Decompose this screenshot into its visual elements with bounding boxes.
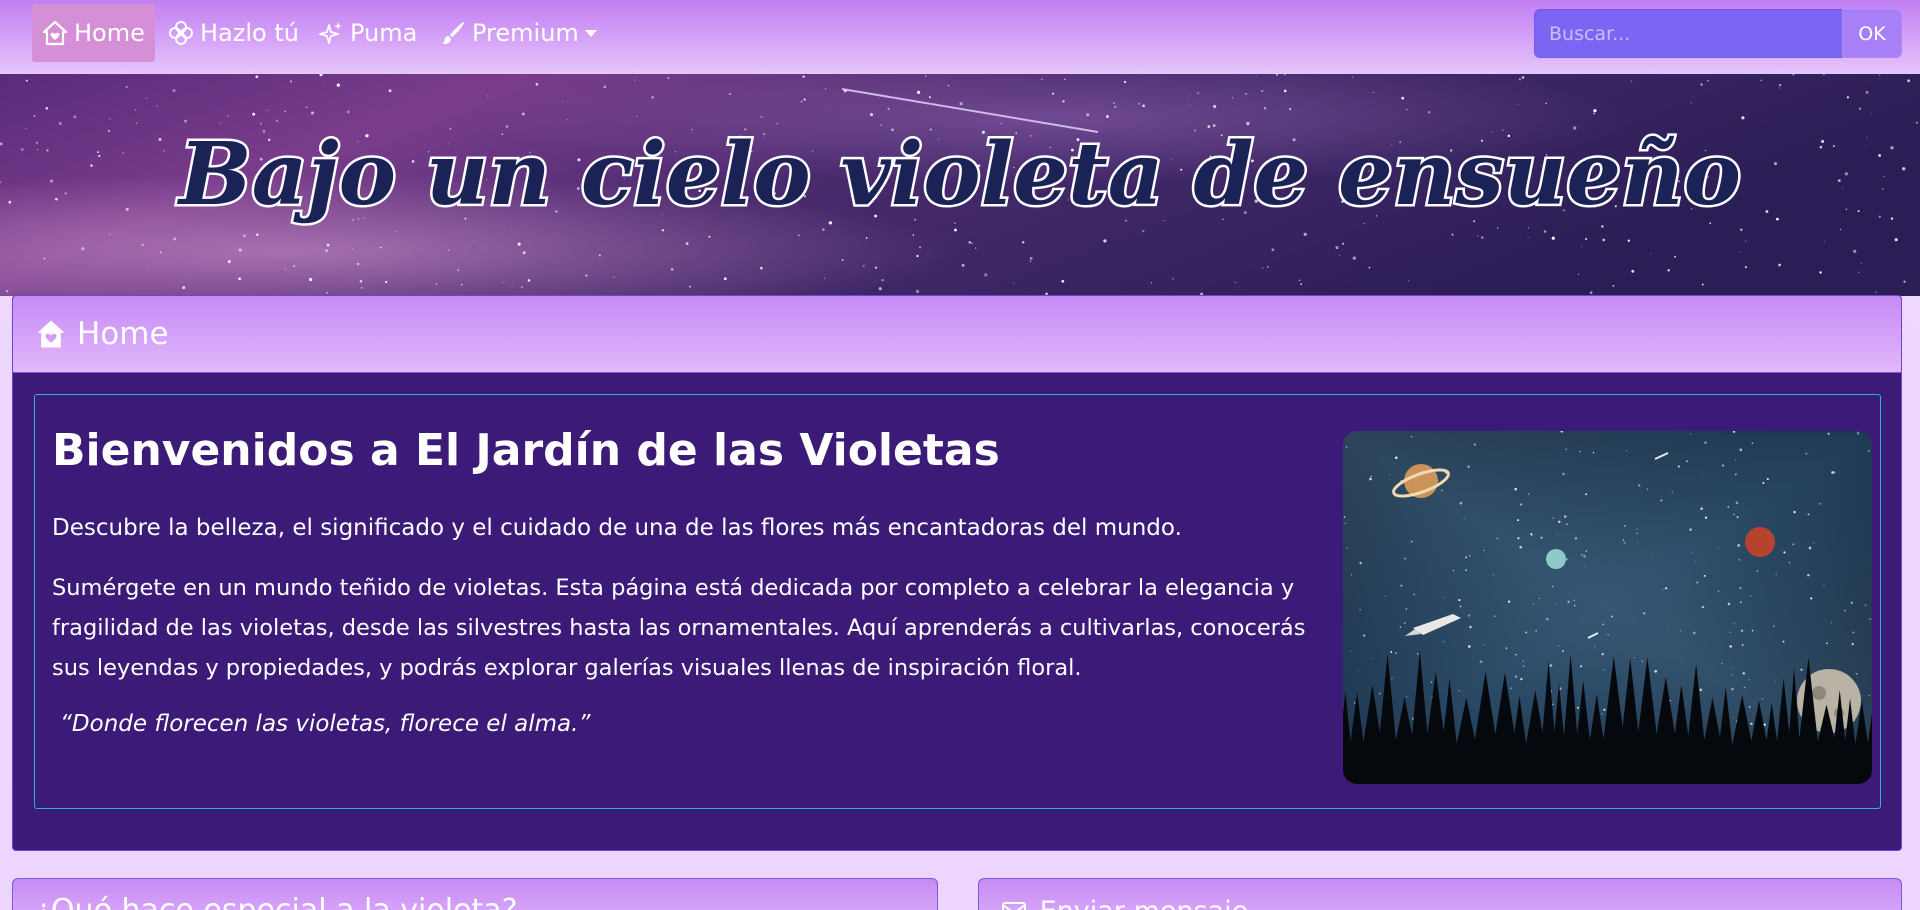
nav-item-label: Puma — [350, 19, 418, 47]
quote-text: “Donde florecen las violetas, florece el… — [60, 711, 591, 737]
nav-item-premium[interactable]: Premium — [440, 4, 597, 62]
nav-item-home[interactable]: Home — [32, 4, 155, 62]
space-scene-image — [1343, 431, 1872, 784]
welcome-title: Bienvenidos a El Jardín de las Violetas — [52, 425, 1000, 476]
home-card: Home Bienvenidos a El Jardín de las Viol… — [12, 295, 1902, 851]
welcome-panel: Bienvenidos a El Jardín de las Violetas … — [34, 394, 1881, 809]
home-card-header: Home — [13, 296, 1901, 373]
flower-icon — [168, 20, 194, 46]
top-navbar: Home Hazlo tú Puma Premium Buscar... OK — [0, 0, 1920, 74]
body-text: Sumérgete en un mundo teñido de violetas… — [52, 575, 1306, 681]
envelope-icon — [1001, 898, 1027, 910]
banner-title: Bajo un cielo violeta de ensueño — [176, 124, 1741, 225]
search-button[interactable]: OK — [1842, 9, 1902, 58]
nav-item-hazlo-tu[interactable]: Hazlo tú — [168, 4, 299, 62]
intro-text: Descubre la belleza, el significado y el… — [52, 515, 1182, 541]
special-violet-card-title: ¿Qué hace especial a la violeta? — [35, 893, 518, 910]
search-input[interactable] — [1534, 9, 1842, 58]
hero-banner: Bajo un cielo violeta de ensueño — [0, 74, 1920, 296]
nav-item-label: Hazlo tú — [200, 19, 299, 47]
mars-planet — [1745, 527, 1775, 557]
sparkles-icon — [318, 20, 344, 46]
send-message-card-title: Enviar mensaje — [1040, 896, 1249, 910]
house-heart-icon — [35, 318, 67, 350]
send-message-card-header: Enviar mensaje — [978, 878, 1902, 910]
chevron-down-icon — [584, 29, 597, 37]
special-violet-card-header: ¿Qué hace especial a la violeta? — [12, 878, 938, 910]
home-card-header-label: Home — [77, 316, 169, 352]
nav-item-label: Premium — [472, 19, 579, 47]
nav-item-puma[interactable]: Puma — [318, 4, 417, 62]
nav-item-label: Home — [74, 19, 145, 47]
house-heart-icon — [42, 20, 68, 46]
brush-icon — [440, 20, 466, 46]
ice-planet — [1546, 549, 1566, 569]
